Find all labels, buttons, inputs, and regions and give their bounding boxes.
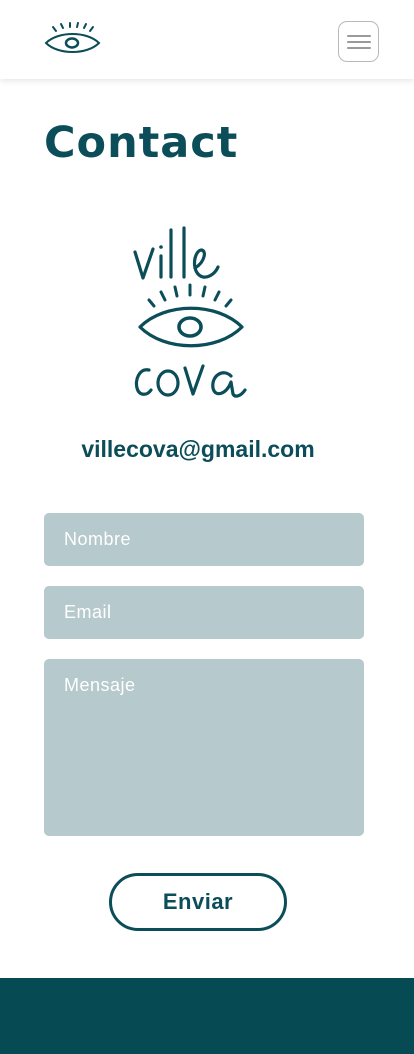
- eye-icon[interactable]: [44, 22, 102, 58]
- message-textarea[interactable]: [44, 659, 364, 836]
- site-footer: [0, 978, 414, 1054]
- name-input[interactable]: [44, 513, 364, 566]
- email-input[interactable]: [44, 586, 364, 639]
- site-header: [0, 0, 414, 79]
- brand-logo: ville cova: [133, 226, 247, 398]
- menu-button[interactable]: [338, 21, 379, 62]
- page-title: Contact: [44, 118, 239, 168]
- hamburger-menu-icon: [347, 35, 371, 37]
- contact-email[interactable]: villecova@gmail.com: [0, 436, 396, 463]
- submit-button[interactable]: Enviar: [109, 873, 287, 931]
